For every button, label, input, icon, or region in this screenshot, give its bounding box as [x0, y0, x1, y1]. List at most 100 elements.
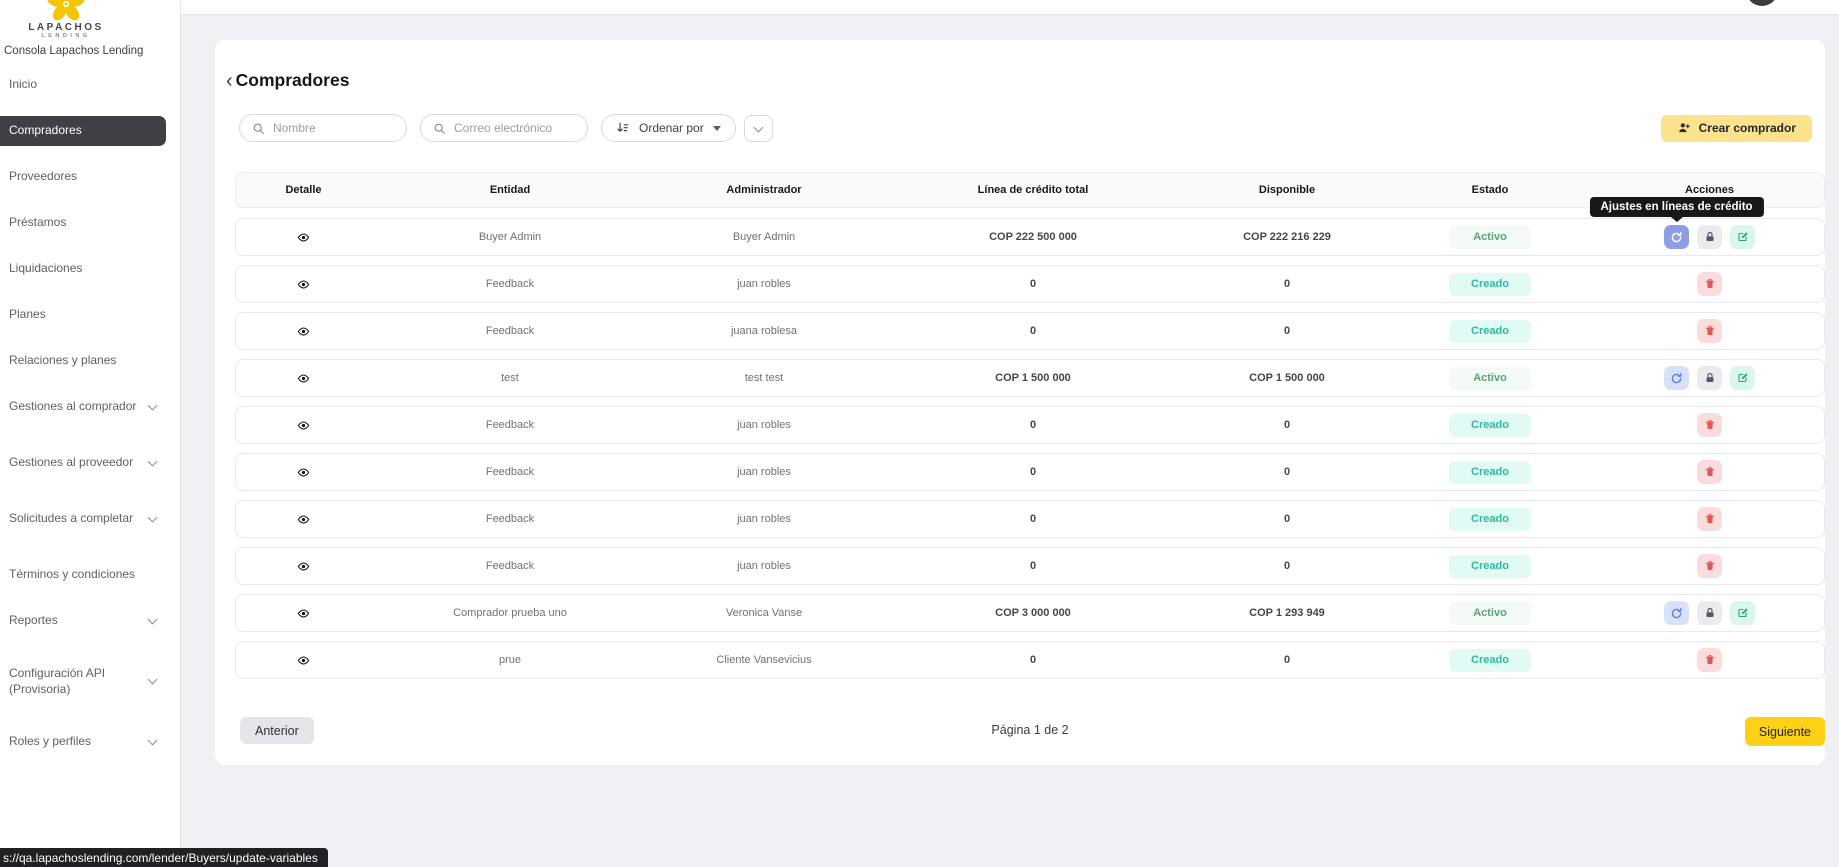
view-detail-button[interactable]	[295, 417, 312, 434]
view-detail-button[interactable]	[295, 558, 312, 575]
create-buyer-button[interactable]: Crear comprador	[1661, 115, 1812, 142]
sidebar-item-reportes[interactable]: Reportes	[0, 606, 166, 636]
lock-button[interactable]	[1697, 601, 1722, 625]
status-cell: Creado	[1387, 555, 1593, 578]
trash-icon	[1704, 466, 1716, 478]
chevron-down-icon	[148, 614, 158, 624]
sidebar-item-label: Roles y perfiles	[9, 734, 149, 750]
cell-text: 0	[1284, 419, 1290, 431]
entity-cell: Feedback	[371, 466, 649, 478]
sort-by-button[interactable]: Ordenar por	[601, 114, 736, 142]
admin-cell: Veronica Vanse	[649, 607, 879, 619]
sidebar-item-gestiones-al-proveedor[interactable]: Gestiones al proveedor	[0, 448, 166, 478]
status-badge: Creado	[1449, 320, 1531, 343]
column-header-linea-de-credito-total: Línea de crédito total	[879, 184, 1187, 196]
status-badge: Activo	[1449, 602, 1531, 625]
status-badge: Activo	[1449, 226, 1531, 249]
status-cell: Creado	[1387, 508, 1593, 531]
sidebar-item-configuracion-api-provisoria[interactable]: Configuración API (Provisoria)	[0, 662, 166, 701]
sidebar-item-relaciones-y-planes[interactable]: Relaciones y planes	[0, 346, 166, 376]
sidebar-item-label: Inicio	[9, 77, 156, 93]
view-detail-button[interactable]	[295, 464, 312, 481]
view-detail-button[interactable]	[295, 652, 312, 669]
column-header-disponible: Disponible	[1187, 184, 1387, 196]
email-filter[interactable]	[420, 114, 588, 142]
edit-button[interactable]	[1730, 366, 1755, 390]
lock-button[interactable]	[1697, 366, 1722, 390]
actions-group	[1697, 319, 1722, 343]
create-buyer-label: Crear comprador	[1699, 121, 1796, 135]
column-header-entidad: Entidad	[371, 184, 649, 196]
back-chevron-icon[interactable]: ‹	[226, 71, 233, 91]
admin-cell: juana roblesa	[649, 325, 879, 337]
credit-line-cell: 0	[879, 278, 1187, 290]
page-title: Compradores	[236, 70, 350, 91]
action-button-wrap	[1697, 460, 1722, 484]
action-button-wrap	[1697, 366, 1722, 390]
trash-icon	[1704, 325, 1716, 337]
credit-line-cell: 0	[879, 325, 1187, 337]
sidebar-item-gestiones-al-comprador[interactable]: Gestiones al comprador	[0, 392, 166, 422]
cell-text: COP 1 500 000	[1249, 372, 1325, 384]
action-button-wrap	[1697, 507, 1722, 531]
delete-button[interactable]	[1697, 460, 1722, 484]
view-detail-button[interactable]	[295, 605, 312, 622]
table-row: Feedbackjuan robles00Creado	[235, 547, 1825, 585]
actions-cell	[1593, 413, 1826, 437]
sort-icon	[616, 121, 630, 135]
sidebar-item-proveedores[interactable]: Proveedores	[0, 162, 166, 192]
page-info: Página 1 de 2	[235, 723, 1825, 737]
actions-group	[1697, 554, 1722, 578]
refresh-icon	[1670, 607, 1683, 620]
name-filter-input[interactable]	[273, 121, 394, 135]
entity-cell: Comprador prueba uno	[371, 607, 649, 619]
email-filter-input[interactable]	[454, 121, 575, 135]
entity-cell: Feedback	[371, 325, 649, 337]
cell-text: 0	[1030, 513, 1036, 525]
sidebar-item-terminos-y-condiciones[interactable]: Términos y condiciones	[0, 560, 166, 590]
credit-line-adjust-button[interactable]	[1664, 366, 1689, 390]
sidebar-item-liquidaciones[interactable]: Liquidaciones	[0, 254, 166, 284]
sidebar-item-roles-y-perfiles[interactable]: Roles y perfiles	[0, 727, 166, 757]
sidebar-item-solicitudes-a-completar[interactable]: Solicitudes a completar	[0, 504, 166, 534]
edit-button[interactable]	[1730, 601, 1755, 625]
delete-button[interactable]	[1697, 507, 1722, 531]
delete-button[interactable]	[1697, 413, 1722, 437]
status-badge: Creado	[1449, 414, 1531, 437]
delete-button[interactable]	[1697, 319, 1722, 343]
delete-button[interactable]	[1697, 648, 1722, 672]
caret-down-icon	[713, 126, 721, 131]
actions-cell	[1593, 507, 1826, 531]
action-button-wrap	[1697, 648, 1722, 672]
view-detail-button[interactable]	[295, 229, 312, 246]
edit-pencil-icon	[1737, 231, 1749, 243]
lock-button[interactable]	[1697, 225, 1722, 249]
sidebar-item-compradores[interactable]: Compradores	[0, 116, 166, 146]
expand-filters-button[interactable]	[744, 115, 773, 142]
credit-line-cell: 0	[879, 466, 1187, 478]
admin-cell: juan robles	[649, 513, 879, 525]
actions-cell	[1593, 648, 1826, 672]
tooltip-text: Ajustes en líneas de crédito	[1600, 201, 1752, 213]
next-page-button[interactable]: Siguiente	[1745, 717, 1825, 746]
view-detail-button[interactable]	[295, 276, 312, 293]
sidebar-item-prestamos[interactable]: Préstamos	[0, 208, 166, 238]
sidebar-item-inicio[interactable]: Inicio	[0, 70, 166, 100]
delete-button[interactable]	[1697, 272, 1722, 296]
view-detail-button[interactable]	[295, 511, 312, 528]
edit-button[interactable]	[1730, 225, 1755, 249]
table-row: Buyer AdminBuyer AdminCOP 222 500 000COP…	[235, 218, 1825, 256]
action-button-wrap	[1697, 601, 1722, 625]
table-row: Feedbackjuan robles00Creado	[235, 453, 1825, 491]
cell-text: Veronica Vanse	[726, 607, 802, 619]
credit-line-adjust-button[interactable]	[1664, 601, 1689, 625]
name-filter[interactable]	[239, 114, 407, 142]
view-detail-button[interactable]	[295, 323, 312, 340]
delete-button[interactable]	[1697, 554, 1722, 578]
view-detail-button[interactable]	[295, 370, 312, 387]
cell-text: 0	[1030, 560, 1036, 572]
credit-line-adjust-button[interactable]	[1664, 225, 1689, 249]
sidebar-item-planes[interactable]: Planes	[0, 300, 166, 330]
action-button-wrap	[1730, 366, 1755, 390]
search-icon	[433, 122, 446, 135]
